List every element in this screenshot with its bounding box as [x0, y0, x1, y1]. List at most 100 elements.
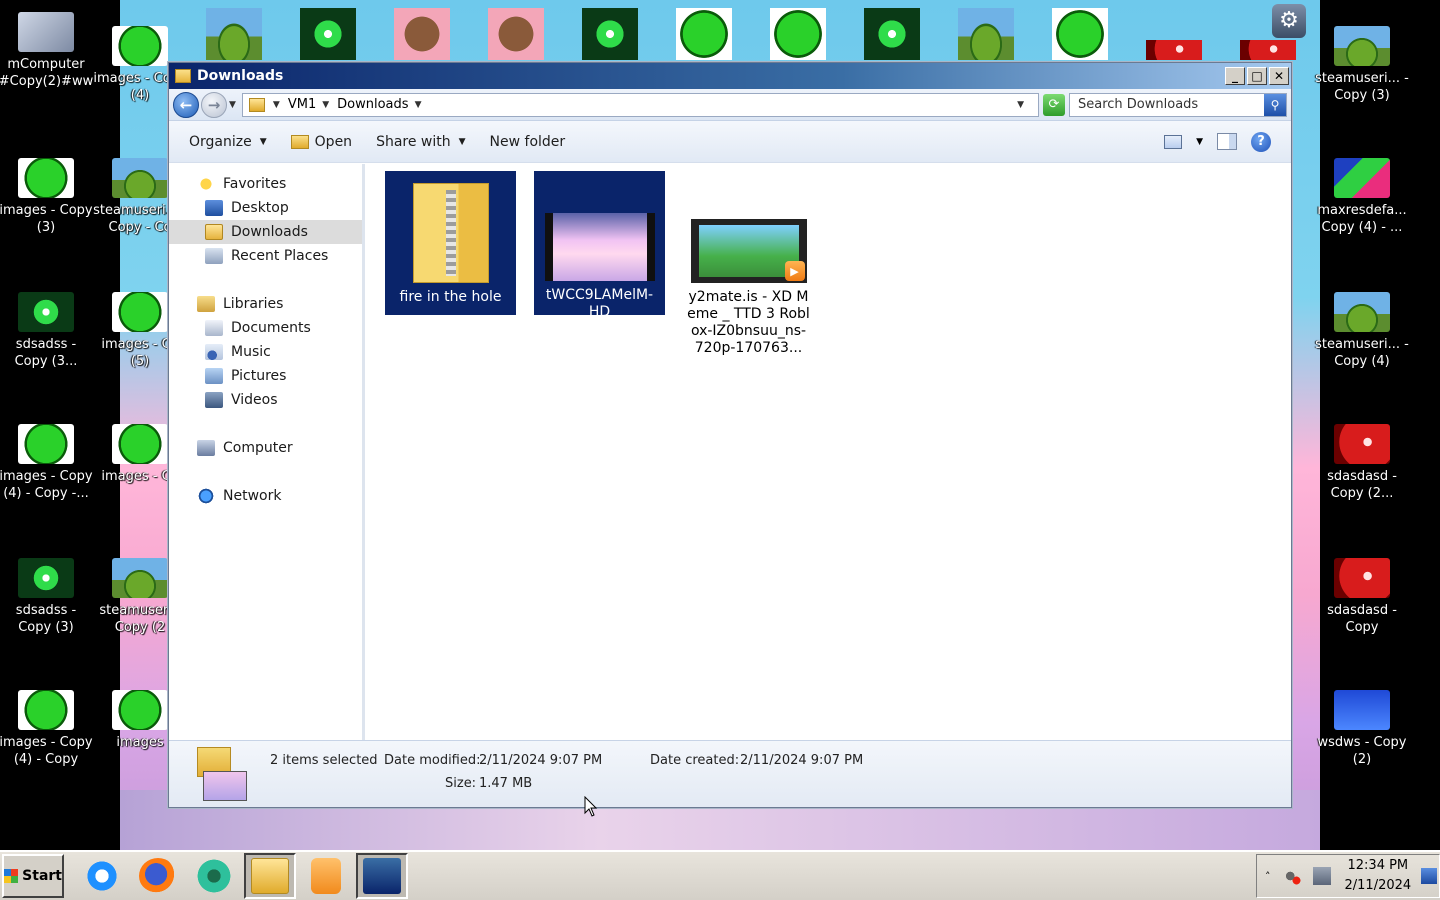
nav-videos[interactable]: Videos	[169, 388, 362, 412]
desktop-icon[interactable]: sdsadss - Copy (3)	[0, 558, 94, 636]
taskbar-app[interactable]	[356, 853, 408, 899]
nav-network[interactable]: Network	[169, 484, 362, 508]
desktop-thumb	[300, 8, 356, 60]
desktop-thumb	[394, 8, 450, 60]
file-item[interactable]: ▶ y2mate.is - XD Meme _ TTD 3 Roblox-IZ0…	[683, 171, 814, 357]
new-folder-button[interactable]: New folder	[490, 134, 566, 150]
minimize-button[interactable]: _	[1225, 67, 1245, 85]
video-thumbnail-icon: ▶	[690, 219, 807, 283]
desktop-icon[interactable]: sdasdasd - Copy (2...	[1314, 424, 1410, 502]
desktop-icon[interactable]: sdasdasd - Copy	[1314, 558, 1410, 636]
taskbar-internet-explorer[interactable]	[76, 853, 128, 899]
organize-button[interactable]: Organize ▼	[189, 134, 267, 150]
breadcrumb-arrow[interactable]: ▼	[415, 100, 422, 110]
recent-pages-dropdown[interactable]: ▼	[229, 100, 236, 110]
gear-icon[interactable]: ⚙	[1272, 4, 1306, 38]
image-icon	[112, 292, 168, 332]
documents-icon	[205, 320, 223, 336]
nav-computer[interactable]: Computer	[169, 436, 362, 460]
address-bar[interactable]: ▼ VM1 ▼ Downloads ▼ ▼	[241, 92, 1039, 117]
nav-favorites[interactable]: Favorites	[169, 172, 362, 196]
details-pane: 2 items selected Date modified: 2/11/202…	[169, 740, 1291, 807]
nav-pictures[interactable]: Pictures	[169, 364, 362, 388]
search-input[interactable]	[1070, 93, 1264, 116]
taskbar-firefox[interactable]	[132, 853, 184, 899]
start-button[interactable]: Start	[2, 854, 64, 898]
star-icon	[197, 176, 215, 192]
date-modified-label: Date modified:	[384, 753, 481, 768]
desktop-icon[interactable]: steamuseri... - Copy (3)	[1314, 26, 1410, 104]
address-history-dropdown[interactable]: ▼	[1017, 100, 1024, 110]
desktop-thumb	[864, 8, 920, 60]
folder-open-icon	[290, 134, 309, 149]
taskbar-explorer[interactable]	[244, 853, 296, 899]
navigation-pane: Favorites Desktop Downloads Recent Place…	[169, 164, 365, 740]
taskbar-chrome[interactable]	[188, 853, 240, 899]
refresh-button[interactable]: ⟳	[1043, 93, 1065, 116]
taskbar-media-player[interactable]	[300, 853, 352, 899]
pictures-icon	[205, 368, 223, 384]
breadcrumb-arrow[interactable]: ▼	[273, 100, 280, 110]
desktop-icon[interactable]: sdsadss - Copy (3...	[0, 292, 94, 370]
nav-libraries[interactable]: Libraries	[169, 292, 362, 316]
back-button[interactable]: ←	[173, 91, 199, 118]
desktop-icon[interactable]: steamuseri... - Copy (4)	[1314, 292, 1410, 370]
share-with-button[interactable]: Share with ▼	[376, 134, 465, 150]
chevron-up-icon[interactable]: ˄	[1265, 870, 1271, 883]
desktop-icon[interactable]: images - Copy (3)	[0, 158, 94, 236]
preview-pane-icon[interactable]	[1217, 133, 1237, 150]
maximize-button[interactable]: □	[1247, 67, 1267, 85]
breadcrumb-downloads[interactable]: Downloads	[337, 97, 408, 112]
explorer-window: Downloads _ □ ✕ ← → ▼ ▼ VM1 ▼ Downloads …	[168, 62, 1292, 808]
file-item[interactable]: tWCC9LAMelM-HD	[534, 171, 665, 320]
volume-muted-icon[interactable]	[1282, 867, 1301, 885]
forward-button[interactable]: →	[201, 91, 227, 118]
nav-music[interactable]: Music	[169, 340, 362, 364]
chevron-down-icon: ▼	[259, 136, 267, 147]
image-icon	[1334, 292, 1390, 332]
desktop: ⚙ mComputer #Copy(2)#ww images - Copy (4…	[0, 0, 1440, 850]
breadcrumb-arrow[interactable]: ▼	[322, 100, 329, 110]
desktop-thumb	[1052, 8, 1108, 60]
folder-icon	[175, 69, 191, 83]
taskbar: Start ˄ 12:34 PM 2/11/2024	[0, 850, 1440, 900]
network-status-icon[interactable]	[1312, 867, 1331, 885]
show-desktop-button[interactable]	[1421, 868, 1438, 884]
title-bar[interactable]: Downloads _ □ ✕	[169, 63, 1291, 89]
change-view-icon[interactable]	[1164, 134, 1183, 149]
computer-icon	[18, 12, 74, 52]
window-title: Downloads	[197, 68, 284, 84]
desktop-icon[interactable]: maxresdefa... Copy (4) - ...	[1314, 158, 1410, 236]
folder-icon	[251, 858, 289, 894]
nav-downloads[interactable]: Downloads	[169, 220, 362, 244]
nav-recent-places[interactable]: Recent Places	[169, 244, 362, 268]
desktop-icon[interactable]: images - Copy (4) - Copy -...	[0, 424, 94, 502]
desktop-icon[interactable]: images - Copy (4) - Copy	[0, 690, 94, 768]
checklist-icon	[363, 858, 401, 894]
selection-count: 2 items selected	[270, 753, 378, 768]
breadcrumb-vm1[interactable]: VM1	[288, 97, 316, 112]
help-icon[interactable]: ?	[1251, 131, 1271, 152]
image-icon	[112, 424, 168, 464]
system-tray: ˄ 12:34 PM 2/11/2024	[1256, 854, 1440, 898]
desktop-icon[interactable]: wsdws - Copy (2)	[1314, 690, 1410, 768]
media-player-icon	[311, 858, 341, 894]
clock[interactable]: 12:34 PM 2/11/2024	[1345, 856, 1412, 896]
search-icon[interactable]: ⚲	[1264, 93, 1286, 116]
video-thumbnail-icon	[544, 213, 655, 281]
nav-desktop[interactable]: Desktop	[169, 196, 362, 220]
browser-icon	[195, 858, 233, 894]
view-options-dropdown[interactable]: ▼	[1196, 137, 1203, 147]
file-item[interactable]: fire in the hole	[385, 171, 516, 315]
clock-date: 2/11/2024	[1344, 878, 1412, 893]
image-icon	[1334, 558, 1390, 598]
music-icon	[205, 344, 223, 360]
desktop-thumb	[582, 8, 638, 60]
desktop-icon[interactable]: mComputer #Copy(2)#ww	[0, 12, 94, 90]
close-button[interactable]: ✕	[1269, 67, 1289, 85]
open-button[interactable]: Open	[290, 134, 352, 150]
search-box[interactable]: ⚲	[1069, 92, 1287, 117]
nav-documents[interactable]: Documents	[169, 316, 362, 340]
image-icon	[18, 292, 74, 332]
desktop-thumb	[206, 8, 262, 60]
